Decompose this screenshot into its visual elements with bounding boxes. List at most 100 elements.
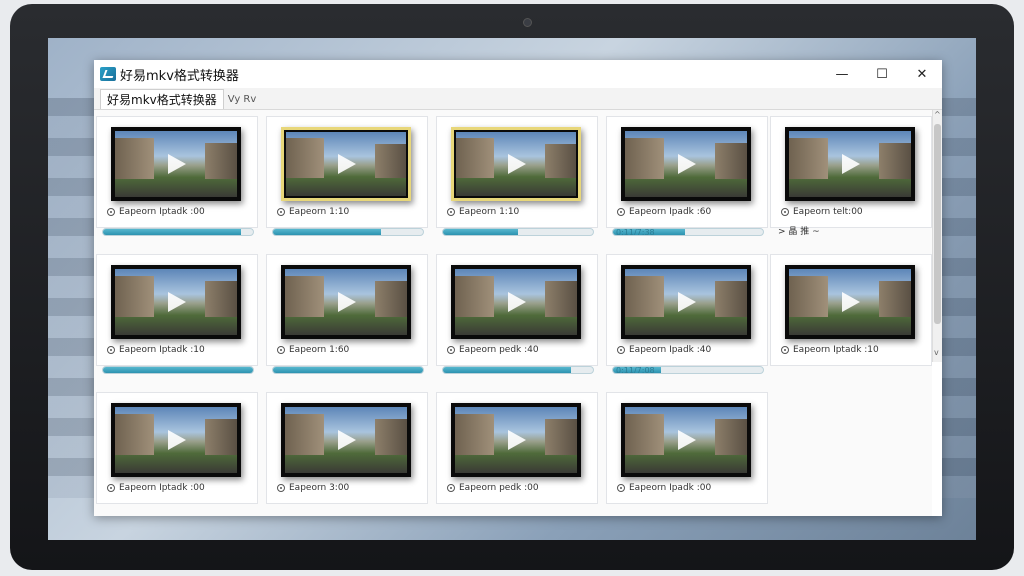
clip-icon [277, 484, 285, 492]
play-icon[interactable] [164, 430, 188, 450]
video-label-text: Eapeorn pedk :00 [459, 483, 539, 493]
window-controls: — ☐ ✕ [822, 60, 942, 88]
thumbnail-image [455, 407, 577, 473]
vertical-scrollbar[interactable]: ^ v [932, 110, 942, 362]
clip-icon [617, 208, 625, 216]
tab-menu-label[interactable]: Vy Rv [228, 94, 257, 105]
clip-icon [107, 208, 115, 216]
video-label-text: Eapeorn 1:10 [289, 207, 350, 217]
play-icon[interactable] [674, 154, 698, 174]
play-icon[interactable] [164, 154, 188, 174]
thumbnail-image [286, 132, 406, 196]
video-thumbnail[interactable] [281, 265, 411, 339]
progress-time-text: 0:11/7:08 [616, 366, 655, 374]
video-card[interactable]: Eapeorn 1:10 [436, 116, 598, 228]
video-grid: Eapeorn Iptadk :00 Eapeorn 1:10 Eapeorn 1:… [94, 110, 932, 516]
clip-icon [107, 346, 115, 354]
play-icon[interactable] [334, 430, 358, 450]
conversion-progress-bar [272, 366, 424, 374]
play-icon[interactable] [838, 154, 862, 174]
video-thumbnail[interactable] [785, 127, 915, 201]
video-card[interactable]: Eapeorn pedk :40 [436, 254, 598, 366]
video-label-text: Eapeorn Iptadk :00 [119, 483, 205, 493]
video-label-text: Eapeorn 3:00 [289, 483, 350, 493]
video-label-text: Eapeorn pedk :40 [459, 345, 539, 355]
video-label: Eapeorn Ipadk :00 [617, 483, 711, 493]
clip-icon [277, 346, 285, 354]
video-thumbnail[interactable] [451, 127, 581, 201]
video-thumbnail[interactable] [111, 403, 241, 477]
video-label-text: Eapeorn telt:00 [793, 207, 863, 217]
video-card[interactable]: Eapeorn telt:00 [770, 116, 932, 228]
play-icon[interactable] [674, 292, 698, 312]
conversion-progress-bar: 0:11/7:38 [612, 228, 764, 236]
video-card[interactable]: Eapeorn Iptadk :00 [96, 392, 258, 504]
thumbnail-image [115, 269, 237, 335]
video-card[interactable]: Eapeorn Ipadk :00 [606, 392, 768, 504]
video-thumbnail[interactable] [111, 265, 241, 339]
app-window: 好易mkv格式转换器 — ☐ ✕ 好易mkv格式转换器 Vy Rv Eapeor… [94, 60, 942, 516]
video-thumbnail[interactable] [621, 403, 751, 477]
scroll-down-icon[interactable]: v [934, 348, 939, 357]
video-thumbnail[interactable] [785, 265, 915, 339]
clip-icon [107, 484, 115, 492]
video-thumbnail[interactable] [111, 127, 241, 201]
thumbnail-image [625, 269, 747, 335]
video-card[interactable]: Eapeorn 1:60 [266, 254, 428, 366]
scroll-up-icon[interactable]: ^ [934, 110, 941, 119]
play-icon[interactable] [504, 292, 528, 312]
play-icon[interactable] [334, 154, 358, 174]
video-label: Eapeorn Iptadk :00 [107, 207, 205, 217]
thumbnail-image [789, 269, 911, 335]
scroll-thumb[interactable] [934, 124, 941, 324]
thumbnail-image [625, 407, 747, 473]
video-label-text: Eapeorn 1:10 [459, 207, 520, 217]
conversion-progress-bar [102, 228, 254, 236]
video-label-text: Eapeorn 1:60 [289, 345, 350, 355]
more-options-text[interactable]: > 晶 推 ~ [778, 224, 820, 237]
video-card[interactable]: Eapeorn Iptadk :00 [96, 116, 258, 228]
clip-icon [617, 346, 625, 354]
tab-main[interactable]: 好易mkv格式转换器 [100, 89, 224, 109]
video-thumbnail[interactable] [281, 127, 411, 201]
close-button[interactable]: ✕ [902, 60, 942, 88]
play-icon[interactable] [334, 292, 358, 312]
video-label: Eapeorn Ipadk :40 [617, 345, 711, 355]
video-thumbnail[interactable] [451, 403, 581, 477]
thumbnail-image [455, 269, 577, 335]
video-thumbnail[interactable] [451, 265, 581, 339]
play-icon[interactable] [164, 292, 188, 312]
video-card[interactable]: Eapeorn 3:00 [266, 392, 428, 504]
title-bar[interactable]: 好易mkv格式转换器 — ☐ ✕ [94, 60, 942, 88]
play-icon[interactable] [838, 292, 862, 312]
video-card[interactable]: Eapeorn Iptadk :10 [770, 254, 932, 366]
clip-icon [447, 208, 455, 216]
video-thumbnail[interactable] [621, 265, 751, 339]
tab-bar: 好易mkv格式转换器 Vy Rv [94, 88, 942, 110]
video-card[interactable]: Eapeorn Ipadk :60 [606, 116, 768, 228]
clip-icon [781, 346, 789, 354]
conversion-progress-bar [442, 228, 594, 236]
play-icon[interactable] [504, 154, 528, 174]
video-label: Eapeorn Iptadk :10 [107, 345, 205, 355]
video-label: Eapeorn 1:60 [277, 345, 349, 355]
video-thumbnail[interactable] [621, 127, 751, 201]
video-label: Eapeorn 3:00 [277, 483, 349, 493]
maximize-button[interactable]: ☐ [862, 60, 902, 88]
video-label-text: Eapeorn Ipadk :00 [629, 483, 712, 493]
clip-icon [447, 484, 455, 492]
app-logo-icon [100, 67, 116, 81]
play-icon[interactable] [504, 430, 528, 450]
play-icon[interactable] [674, 430, 698, 450]
video-label: Eapeorn 1:10 [447, 207, 519, 217]
minimize-button[interactable]: — [822, 60, 862, 88]
clip-icon [781, 208, 789, 216]
video-card[interactable]: Eapeorn Iptadk :10 [96, 254, 258, 366]
progress-fill [103, 229, 241, 235]
video-card[interactable]: Eapeorn 1:10 [266, 116, 428, 228]
clip-icon [277, 208, 285, 216]
video-card[interactable]: Eapeorn pedk :00 [436, 392, 598, 504]
video-thumbnail[interactable] [281, 403, 411, 477]
video-card[interactable]: Eapeorn Ipadk :40 [606, 254, 768, 366]
progress-fill [273, 367, 423, 373]
